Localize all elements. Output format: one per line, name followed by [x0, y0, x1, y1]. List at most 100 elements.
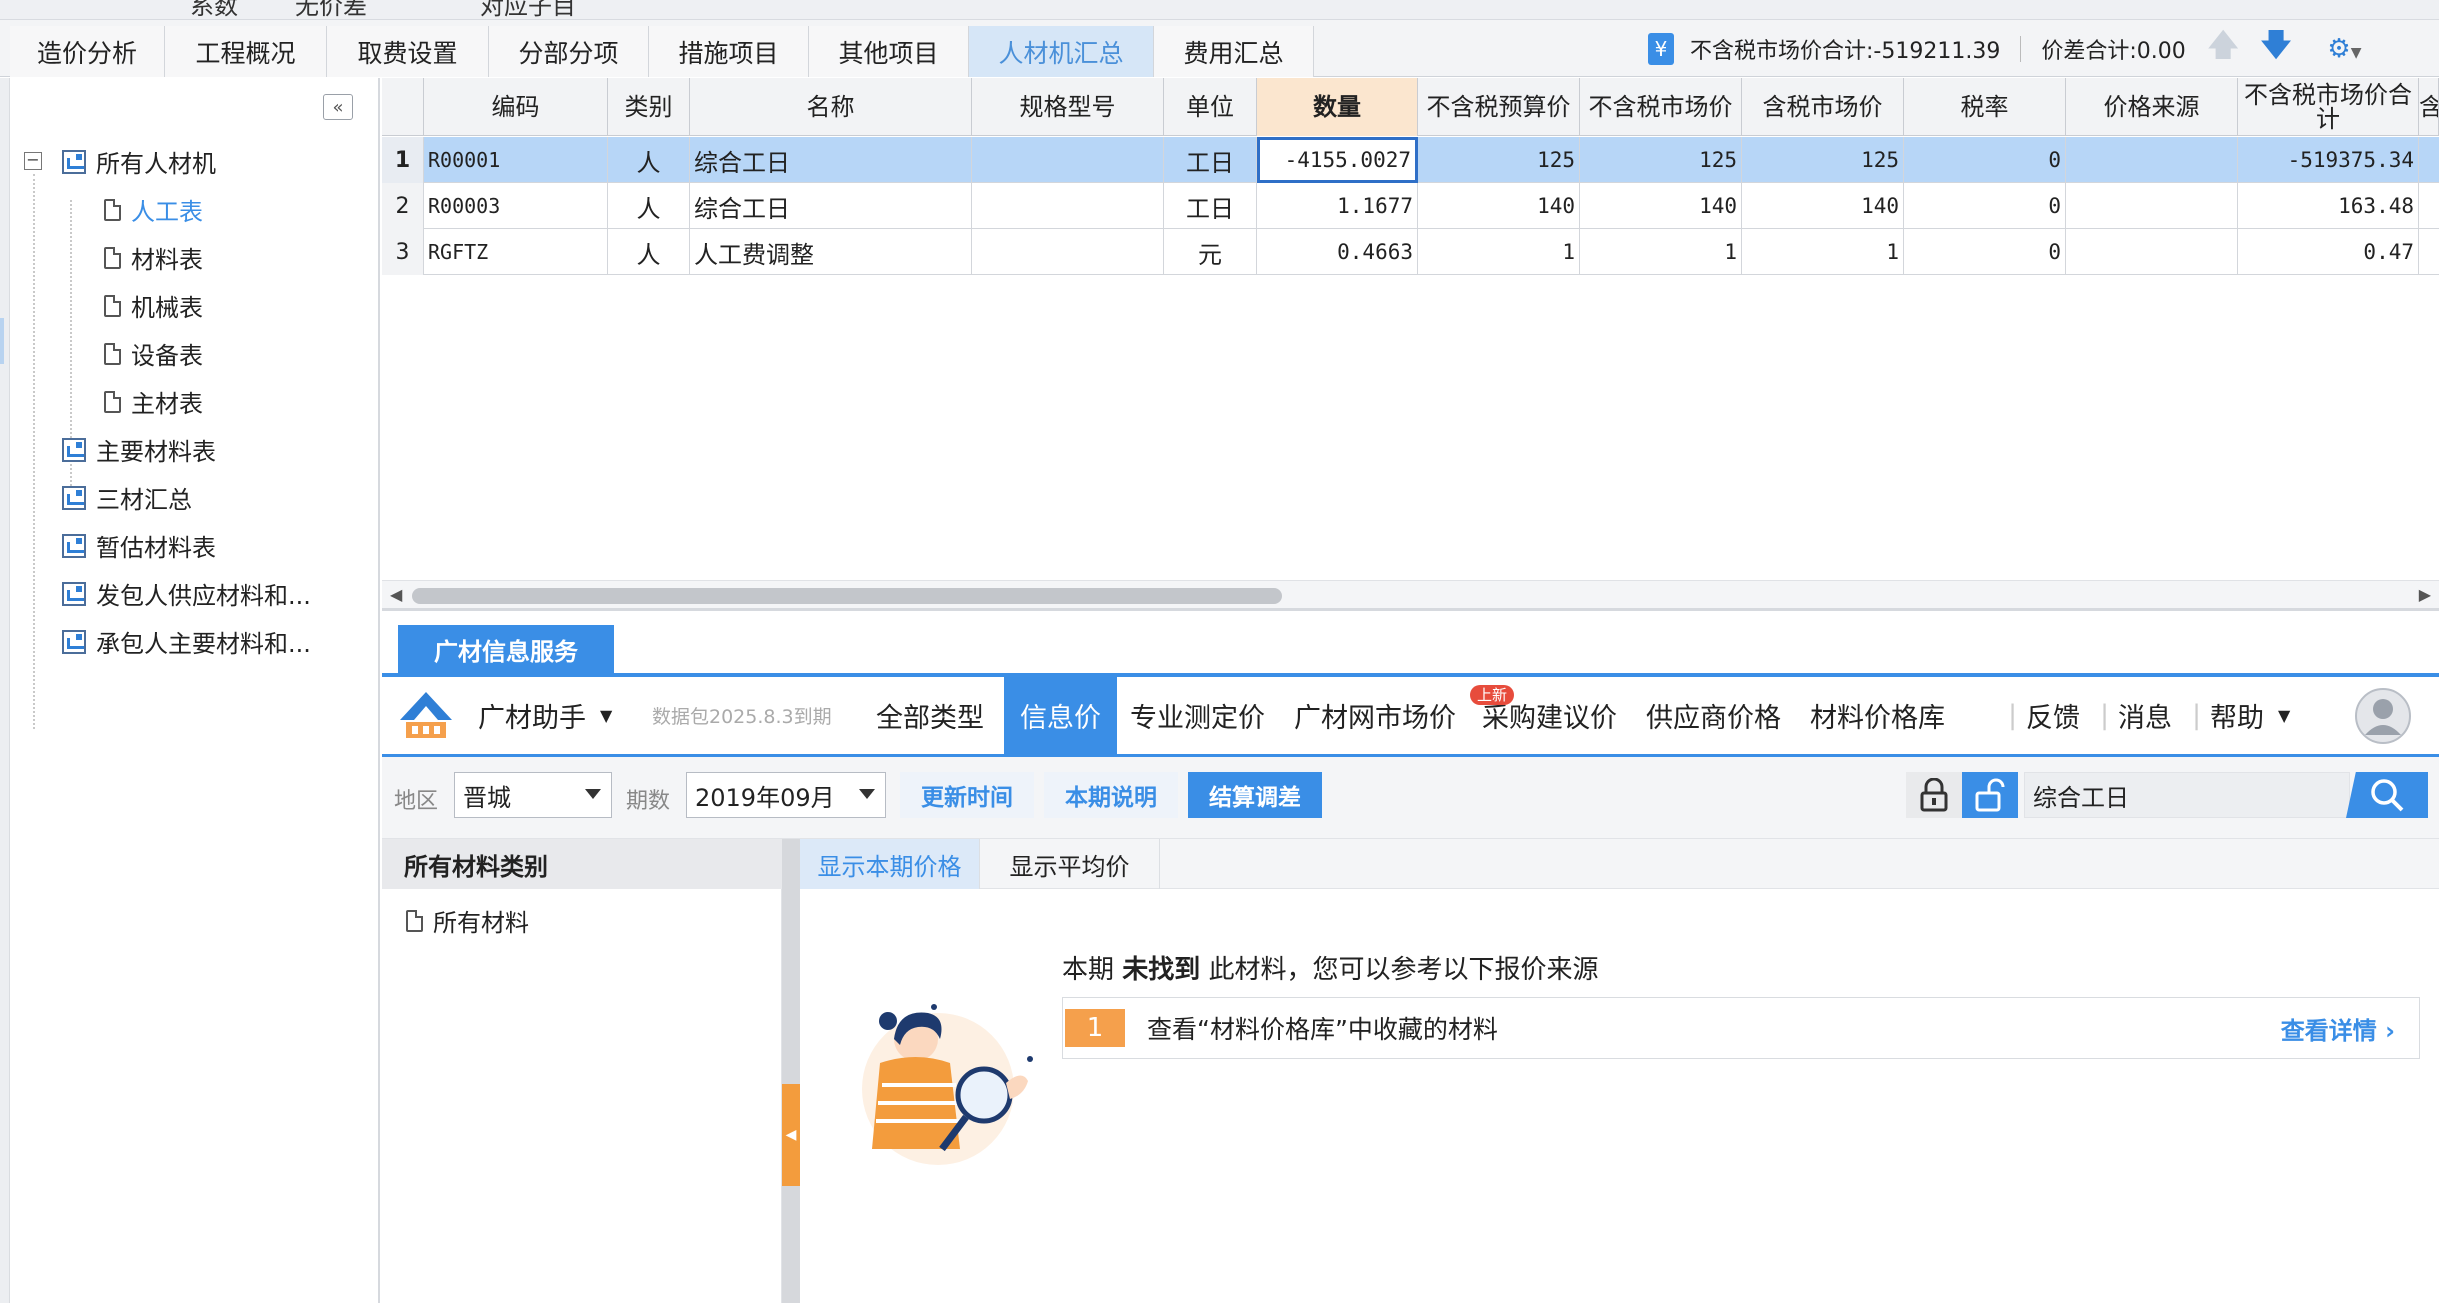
table-row[interactable]: 1 R00001 人 综合工日 工日 -4155.0027 125 125 12…	[382, 137, 2439, 183]
chevron-down-icon	[859, 789, 875, 799]
package-expiry: 数据包2025.8.3到期	[652, 706, 832, 728]
tree-item-labor[interactable]: 人工表	[104, 192, 203, 227]
header-budget-price[interactable]: 不含税预算价	[1418, 78, 1580, 136]
nav-all-types[interactable]: 全部类型	[876, 677, 984, 754]
assistant-dropdown[interactable]: 广材助手 ▼	[478, 677, 612, 754]
nav-professional-price[interactable]: 专业测定价	[1130, 677, 1265, 754]
period-label: 期数	[626, 789, 671, 814]
tree-report-three-materials[interactable]: 三材汇总	[62, 480, 192, 515]
nav-messages[interactable]: 消息	[2118, 677, 2172, 754]
settle-adjust-button[interactable]: 结算调差	[1188, 772, 1322, 818]
header-quantity[interactable]: 数量	[1257, 78, 1418, 136]
tab-average-price[interactable]: 显示平均价	[980, 839, 1160, 889]
category-panel: 所有材料类别 所有材料	[382, 839, 782, 1303]
document-icon	[104, 294, 121, 317]
tree-report-main-materials[interactable]: 主要材料表	[62, 432, 216, 467]
region-label: 地区	[394, 789, 439, 814]
nav-supplier-price[interactable]: 供应商价格	[1646, 677, 1781, 754]
quantity-edit-cell[interactable]: -4155.0027	[1257, 137, 1418, 183]
category-item-all[interactable]: 所有材料	[406, 903, 529, 938]
chevron-down-icon: ▼	[600, 706, 613, 725]
tab-measures[interactable]: 措施项目	[649, 26, 809, 77]
table-row[interactable]: 3 RGFTZ 人 人工费调整 元 0.4663 1 1 1 0 0.47	[382, 229, 2439, 275]
search-icon	[2371, 779, 2404, 812]
price-diff-total-label: 价差合计:0.00	[2041, 38, 2186, 64]
report-icon	[62, 149, 86, 174]
region-select[interactable]: 晋城	[454, 772, 612, 818]
material-search-input[interactable]: 综合工日	[2024, 772, 2350, 818]
table-row[interactable]: 2 R00003 人 综合工日 工日 1.1677 140 140 140 0 …	[382, 183, 2439, 229]
yen-icon: ¥	[1648, 32, 1674, 65]
nav-feedback[interactable]: 反馈	[2026, 677, 2080, 754]
tree-item-machinery[interactable]: 机械表	[104, 288, 203, 323]
scroll-right-icon[interactable]: ▶	[2419, 585, 2431, 604]
search-illustration	[862, 1004, 1033, 1165]
search-button[interactable]	[2346, 772, 2428, 818]
tab-sub-items[interactable]: 分部分项	[489, 26, 649, 77]
lock-icon[interactable]	[1906, 772, 1962, 818]
tree-item-material[interactable]: 材料表	[104, 240, 203, 275]
document-icon	[104, 198, 121, 221]
tree-item-equipment[interactable]: 设备表	[104, 336, 203, 371]
material-info-service: 广材信息服务 广材助手 ▼ 数据包2025.8.3到期 全部类型 信息价 专业测…	[382, 608, 2439, 1303]
scroll-left-icon[interactable]: ◀	[390, 585, 402, 604]
reference-source-text: 查看“材料价格库”中收藏的材料	[1147, 1015, 1498, 1044]
header-price-source[interactable]: 价格来源	[2066, 78, 2238, 136]
update-time-button[interactable]: 更新时间	[900, 772, 1034, 818]
header-taxed-price[interactable]: 含税市场价	[1742, 78, 1904, 136]
category-header: 所有材料类别	[382, 839, 782, 889]
tab-cost-analysis[interactable]: 造价分析	[10, 26, 165, 77]
arrow-down-icon[interactable]: 🡇	[2261, 23, 2292, 74]
top-strip-item: 无价差	[295, 0, 367, 20]
header-market-total[interactable]: 不含税市场价合计	[2238, 78, 2419, 136]
tree-root-all[interactable]: 所有人材机	[62, 144, 216, 179]
header-corner	[382, 78, 424, 136]
tab-project-overview[interactable]: 工程概况	[165, 26, 327, 77]
price-view-tabs: 显示本期价格 显示平均价	[800, 839, 2439, 889]
report-icon	[62, 437, 86, 462]
arrow-up-icon[interactable]: 🡅	[2208, 23, 2239, 74]
header-code[interactable]: 编码	[424, 78, 608, 136]
reference-source-row[interactable]: 1 查看“材料价格库”中收藏的材料 查看详情 ›	[1062, 997, 2420, 1059]
header-unit[interactable]: 单位	[1164, 78, 1257, 136]
assistant-logo-icon	[398, 677, 454, 754]
report-icon	[62, 581, 86, 606]
panel-splitter[interactable]: ◀	[782, 839, 800, 1303]
user-avatar-icon[interactable]	[2354, 677, 2412, 754]
tab-labor-material-summary[interactable]: 人材机汇总	[969, 26, 1154, 77]
tab-fee-settings[interactable]: 取费设置	[327, 26, 489, 77]
view-details-link[interactable]: 查看详情 ›	[2281, 1011, 2395, 1046]
tree-report-provisional[interactable]: 暂估材料表	[62, 528, 216, 563]
tree-item-main-material[interactable]: 主材表	[104, 384, 203, 419]
tab-current-price[interactable]: 显示本期价格	[800, 839, 980, 889]
service-tab[interactable]: 广材信息服务	[398, 625, 614, 673]
splitter-toggle-icon[interactable]: ◀	[782, 1084, 800, 1186]
chevron-down-icon: ▼	[2278, 706, 2291, 725]
nav-info-price[interactable]: 信息价	[1004, 677, 1117, 754]
header-type[interactable]: 类别	[608, 78, 690, 136]
document-icon	[406, 909, 423, 932]
tree-collapse-toggle[interactable]: −	[24, 152, 42, 170]
tab-other-items[interactable]: 其他项目	[809, 26, 969, 77]
nav-market-price[interactable]: 广材网市场价	[1294, 677, 1456, 754]
header-cut-column[interactable]: 含	[2419, 78, 2439, 136]
horizontal-scrollbar[interactable]: ◀ ▶	[382, 580, 2439, 608]
material-grid: 编码 类别 名称 规格型号 单位 数量 不含税预算价 不含税市场价 含税市场价 …	[382, 78, 2439, 608]
tab-fee-summary[interactable]: 费用汇总	[1154, 26, 1314, 77]
tree-report-contractor-main[interactable]: 承包人主要材料和...	[62, 624, 311, 659]
header-market-price[interactable]: 不含税市场价	[1580, 78, 1742, 136]
settings-dropdown-icon[interactable]: ⚙▼	[2327, 34, 2361, 64]
divider	[2020, 35, 2022, 62]
period-notes-button[interactable]: 本期说明	[1044, 772, 1178, 818]
header-name[interactable]: 名称	[690, 78, 972, 136]
tree-report-employer-supplied[interactable]: 发包人供应材料和...	[62, 576, 311, 611]
nav-help[interactable]: 帮助 ▼	[2210, 677, 2290, 754]
collapse-panel-button[interactable]: «	[323, 94, 353, 120]
nav-price-library[interactable]: 材料价格库	[1810, 677, 1945, 754]
header-spec[interactable]: 规格型号	[972, 78, 1164, 136]
period-select[interactable]: 2019年09月	[686, 772, 886, 818]
unlock-icon[interactable]	[1962, 772, 2018, 818]
scrollbar-thumb[interactable]	[412, 588, 1282, 604]
header-tax-rate[interactable]: 税率	[1904, 78, 2066, 136]
left-edge	[0, 78, 10, 1303]
